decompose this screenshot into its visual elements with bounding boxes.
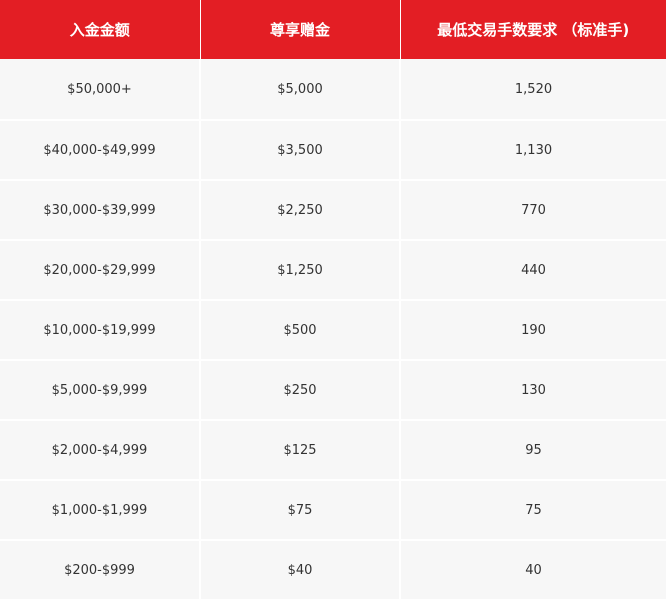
cell-bonus-amount: $3,500 (200, 119, 401, 180)
header-bonus-amount: 尊享赠金 (200, 0, 401, 59)
header-deposit-amount: 入金金额 (0, 0, 201, 59)
cell-deposit-amount: $30,000-$39,999 (0, 179, 201, 240)
header-row: 入金金额 尊享赠金 最低交易手数要求 （标准手) (0, 0, 666, 59)
cell-min-lots: 40 (400, 539, 666, 599)
cell-min-lots: 130 (400, 359, 666, 420)
cell-deposit-amount: $2,000-$4,999 (0, 419, 201, 480)
cell-deposit-amount: $10,000-$19,999 (0, 299, 201, 360)
table-row: $40,000-$49,999 $3,500 1,130 (0, 119, 666, 180)
cell-bonus-amount: $250 (200, 359, 401, 420)
cell-min-lots: 440 (400, 239, 666, 300)
cell-min-lots: 190 (400, 299, 666, 360)
table-row: $1,000-$1,999 $75 75 (0, 479, 666, 540)
table-header: 入金金额 尊享赠金 最低交易手数要求 （标准手) (0, 0, 666, 59)
cell-bonus-amount: $1,250 (200, 239, 401, 300)
cell-min-lots: 770 (400, 179, 666, 240)
cell-min-lots: 95 (400, 419, 666, 480)
cell-bonus-amount: $5,000 (200, 59, 401, 120)
cell-deposit-amount: $5,000-$9,999 (0, 359, 201, 420)
cell-deposit-amount: $200-$999 (0, 539, 201, 599)
table-body: $50,000+ $5,000 1,520 $40,000-$49,999 $3… (0, 59, 666, 599)
cell-bonus-amount: $2,250 (200, 179, 401, 240)
cell-bonus-amount: $40 (200, 539, 401, 599)
table-row: $10,000-$19,999 $500 190 (0, 299, 666, 360)
cell-min-lots: 1,520 (400, 59, 666, 120)
cell-deposit-amount: $20,000-$29,999 (0, 239, 201, 300)
cell-min-lots: 75 (400, 479, 666, 540)
cell-bonus-amount: $500 (200, 299, 401, 360)
cell-bonus-amount: $75 (200, 479, 401, 540)
deposit-bonus-table: 入金金额 尊享赠金 最低交易手数要求 （标准手) $50,000+ $5,000… (0, 0, 666, 599)
table-row: $30,000-$39,999 $2,250 770 (0, 179, 666, 240)
cell-deposit-amount: $50,000+ (0, 59, 201, 120)
table-row: $50,000+ $5,000 1,520 (0, 59, 666, 120)
table-row: $200-$999 $40 40 (0, 539, 666, 599)
table-row: $5,000-$9,999 $250 130 (0, 359, 666, 420)
cell-bonus-amount: $125 (200, 419, 401, 480)
header-min-lots: 最低交易手数要求 （标准手) (400, 0, 666, 59)
table-row: $20,000-$29,999 $1,250 440 (0, 239, 666, 300)
cell-deposit-amount: $1,000-$1,999 (0, 479, 201, 540)
cell-deposit-amount: $40,000-$49,999 (0, 119, 201, 180)
cell-min-lots: 1,130 (400, 119, 666, 180)
table-row: $2,000-$4,999 $125 95 (0, 419, 666, 480)
